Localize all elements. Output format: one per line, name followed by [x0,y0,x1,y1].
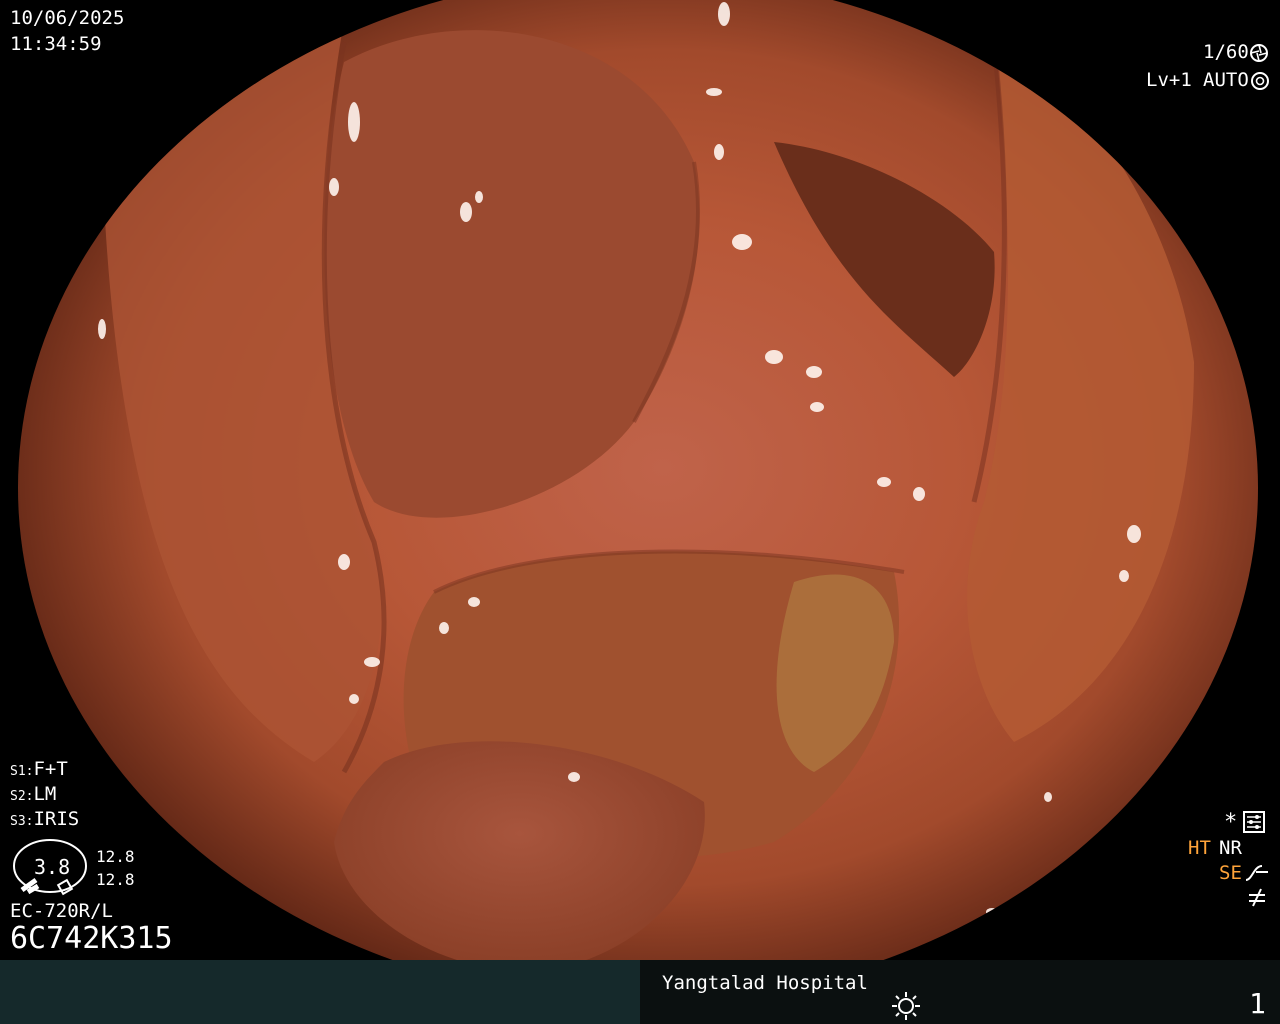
se-curve-icon [1245,865,1268,881]
s2-setting: S2:LM [10,782,56,809]
s1-setting: S1:F+T [10,757,68,784]
scope-model: EC-720R/L [10,900,113,922]
s3-setting: S3:IRIS [10,807,79,834]
iris-mode-text: AUTO [1203,69,1249,91]
asterisk-indicator: * [1224,810,1238,835]
nr-indicator: NR [1219,837,1242,859]
brightness-icon [892,992,920,1020]
hospital-name: Yangtalad Hospital [662,972,868,994]
footer-left-bar [0,960,640,1024]
s3-value: IRIS [33,808,80,830]
level-text: Lv+1 [1146,69,1192,91]
s2-label: S2: [10,789,34,804]
s1-value: F+T [33,758,68,780]
zoom-bottom: 12.8 [96,870,135,889]
serial-number: 6C742K315 [10,921,173,956]
zoom-top: 12.8 [96,847,135,866]
iris-icon [1251,72,1269,90]
shutter-icon [1250,44,1268,62]
se-indicator: SE [1219,862,1242,884]
settings-icon [1243,811,1265,833]
page-number: 1 [1249,987,1266,1020]
shutter-text: 1/60 [1203,41,1249,63]
endoscope-view [18,0,1258,994]
s2-value: LM [33,783,57,805]
ht-indicator: HT [1188,837,1211,859]
zoom-value: 3.8 [34,855,71,879]
not-equal-icon [1249,888,1265,907]
date-text: 10/06/2025 [10,7,125,29]
s1-label: S1: [10,764,34,779]
s3-label: S3: [10,814,34,829]
time-text: 11:34:59 [10,33,102,55]
